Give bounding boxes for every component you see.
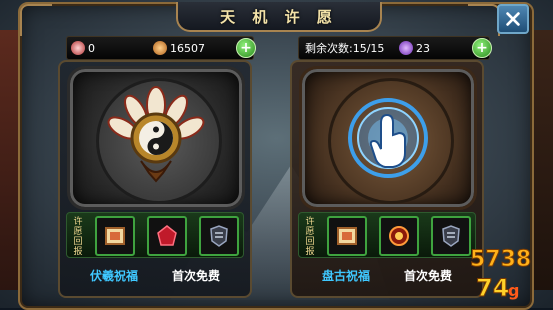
gift-pouch-icon [71, 41, 85, 55]
right-resource-bar: 剩余次数:15/15 23 [298, 36, 490, 60]
remaining-count: 剩余次数:15/15 [305, 39, 384, 57]
copper-coin-icon [153, 41, 167, 55]
gem-value: 23 [416, 41, 430, 55]
plus-icon: + [240, 40, 252, 56]
panel-footer: 伏羲祝福 首次免费 [64, 262, 246, 288]
svg-text:g: g [508, 281, 519, 300]
svg-text:74: 74 [476, 274, 509, 302]
reward-items-row: 许愿回报 [298, 212, 476, 258]
fuxi-blessing-label: 伏羲祝福 [90, 268, 139, 283]
reward-label: 许愿回报 [305, 217, 315, 257]
coin-value: 16507 [170, 41, 205, 55]
close-button[interactable] [497, 4, 529, 34]
gem-counter: 23 [399, 39, 430, 57]
purple-gem-icon [399, 41, 413, 55]
fuxi-wish-panel: 许愿回报 伏羲祝福 首次免费 [58, 60, 252, 298]
first-free-label: 首次免费 [172, 268, 221, 283]
dialog-title: 天 机 许 愿 [220, 7, 338, 26]
first-free-label: 首次免费 [404, 268, 453, 283]
scroll-icon [337, 227, 357, 245]
dark-armor-icon [442, 225, 460, 247]
dark-armor-icon [210, 225, 228, 247]
add-coins-button[interactable]: + [236, 38, 256, 58]
reward-label: 许愿回报 [73, 217, 83, 257]
reward-items-row: 许愿回报 [66, 212, 244, 258]
frame-corner-ornament [468, 4, 500, 36]
red-gem-icon [157, 225, 177, 246]
panel-footer: 盘古祝福 首次免费 [296, 262, 478, 288]
title-plate: 天 机 许 愿 [176, 2, 382, 32]
fire-orb-icon [389, 226, 409, 246]
fuxi-wish-medallion[interactable] [67, 66, 245, 210]
add-gems-button[interactable]: + [472, 38, 492, 58]
pangu-blessing-label: 盘古祝福 [322, 268, 371, 283]
reward-slot[interactable] [431, 216, 471, 256]
pangu-wish-panel: 许愿回报 盘古祝福 首次免费 [290, 60, 484, 298]
coin-counter: 16507 [153, 39, 205, 57]
left-resource-bar: 0 16507 [66, 36, 254, 60]
lotus-yinyang-emblem [107, 86, 205, 183]
svg-text:5738: 5738 [470, 247, 531, 272]
reward-slot[interactable] [199, 216, 239, 256]
reward-slot[interactable] [379, 216, 419, 256]
remaining-label: 剩余次数:15/15 [305, 42, 385, 55]
pangu-wish-medallion[interactable] [299, 66, 477, 210]
reward-slot[interactable] [147, 216, 187, 256]
site-watermark-logo: 5738 74 g [470, 247, 532, 303]
reward-slot[interactable] [95, 216, 135, 256]
close-x-icon [506, 12, 520, 26]
reward-slot[interactable] [327, 216, 367, 256]
frame-corner-ornament [20, 4, 52, 36]
tapping-hand-emblem [348, 98, 428, 178]
pouch-value: 0 [88, 41, 95, 55]
pouch-counter: 0 [71, 39, 95, 57]
scroll-icon [105, 227, 125, 245]
plus-icon: + [476, 40, 488, 56]
